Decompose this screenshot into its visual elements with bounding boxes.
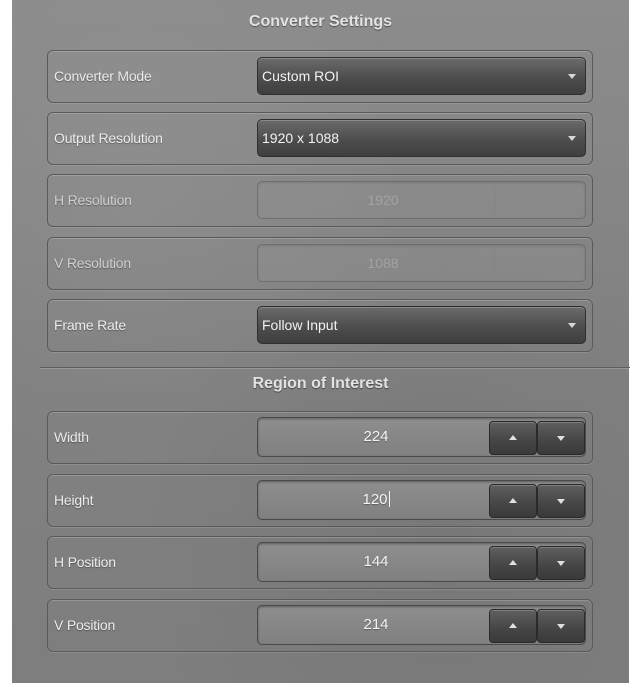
roi-width-increment-button[interactable]: [489, 421, 537, 455]
roi-v-position-input[interactable]: 214: [257, 605, 586, 645]
roi-v-position-row: V Position 214: [47, 599, 593, 652]
h-resolution-value: 1920: [367, 192, 399, 208]
roi-height-input[interactable]: 120: [257, 480, 586, 520]
arrow-down-icon: [557, 624, 565, 629]
converter-mode-value: Custom ROI: [262, 68, 340, 84]
v-resolution-value: 1088: [367, 255, 399, 271]
roi-height-decrement-button[interactable]: [537, 484, 585, 518]
chevron-down-icon: [568, 323, 576, 328]
converter-mode-label: Converter Mode: [54, 68, 152, 84]
roi-h-position-row: H Position 144: [47, 536, 593, 589]
roi-height-label: Height: [54, 492, 94, 508]
arrow-up-icon: [509, 435, 517, 440]
output-resolution-value: 1920 x 1088: [262, 130, 340, 146]
region-of-interest-title: Region of Interest: [252, 375, 389, 392]
roi-width-decrement-button[interactable]: [537, 421, 585, 455]
roi-height-value-container: 120: [258, 481, 494, 519]
roi-width-input[interactable]: 224: [257, 417, 586, 457]
output-resolution-label: Output Resolution: [54, 130, 163, 146]
roi-v-position-decrement-button[interactable]: [537, 609, 585, 643]
v-resolution-field: 1088: [257, 244, 586, 282]
converter-mode-select[interactable]: Custom ROI: [257, 57, 586, 95]
roi-h-position-value: 144: [363, 553, 389, 570]
field-divider: [494, 188, 495, 212]
converter-mode-row: Converter Mode Custom ROI: [47, 50, 593, 103]
chevron-down-icon: [568, 136, 576, 141]
section-divider: [40, 367, 630, 368]
frame-rate-value: Follow Input: [262, 317, 338, 333]
h-resolution-row: H Resolution 1920: [47, 174, 593, 227]
chevron-down-icon: [568, 74, 576, 79]
roi-width-row: Width 224: [47, 411, 593, 464]
roi-h-position-input[interactable]: 144: [257, 542, 586, 582]
arrow-down-icon: [557, 436, 565, 441]
arrow-down-icon: [557, 561, 565, 566]
converter-settings-title: Converter Settings: [248, 13, 393, 30]
roi-h-position-label: H Position: [54, 554, 116, 570]
frame-rate-row: Frame Rate Follow Input: [47, 299, 593, 352]
roi-width-label: Width: [54, 429, 89, 445]
converter-settings-panel: Converter Settings Converter Mode Custom…: [12, 0, 630, 683]
arrow-up-icon: [509, 560, 517, 565]
arrow-up-icon: [509, 498, 517, 503]
frame-rate-label: Frame Rate: [54, 317, 126, 333]
v-resolution-row: V Resolution 1088: [47, 237, 593, 290]
roi-height-value: 120: [362, 491, 388, 508]
text-cursor: [388, 491, 390, 508]
arrow-down-icon: [557, 499, 565, 504]
roi-v-position-value: 214: [363, 616, 389, 633]
v-resolution-label: V Resolution: [54, 255, 131, 271]
roi-height-row: Height 120: [47, 474, 593, 527]
h-resolution-label: H Resolution: [54, 192, 132, 208]
roi-height-increment-button[interactable]: [489, 484, 537, 518]
roi-h-position-decrement-button[interactable]: [537, 546, 585, 580]
roi-v-position-label: V Position: [54, 617, 116, 633]
output-resolution-row: Output Resolution 1920 x 1088: [47, 112, 593, 165]
roi-width-value: 224: [363, 428, 389, 445]
frame-rate-select[interactable]: Follow Input: [257, 306, 586, 344]
output-resolution-select[interactable]: 1920 x 1088: [257, 119, 586, 157]
arrow-up-icon: [509, 623, 517, 628]
roi-h-position-increment-button[interactable]: [489, 546, 537, 580]
field-divider: [494, 251, 495, 275]
roi-v-position-increment-button[interactable]: [489, 609, 537, 643]
h-resolution-field: 1920: [257, 181, 586, 219]
